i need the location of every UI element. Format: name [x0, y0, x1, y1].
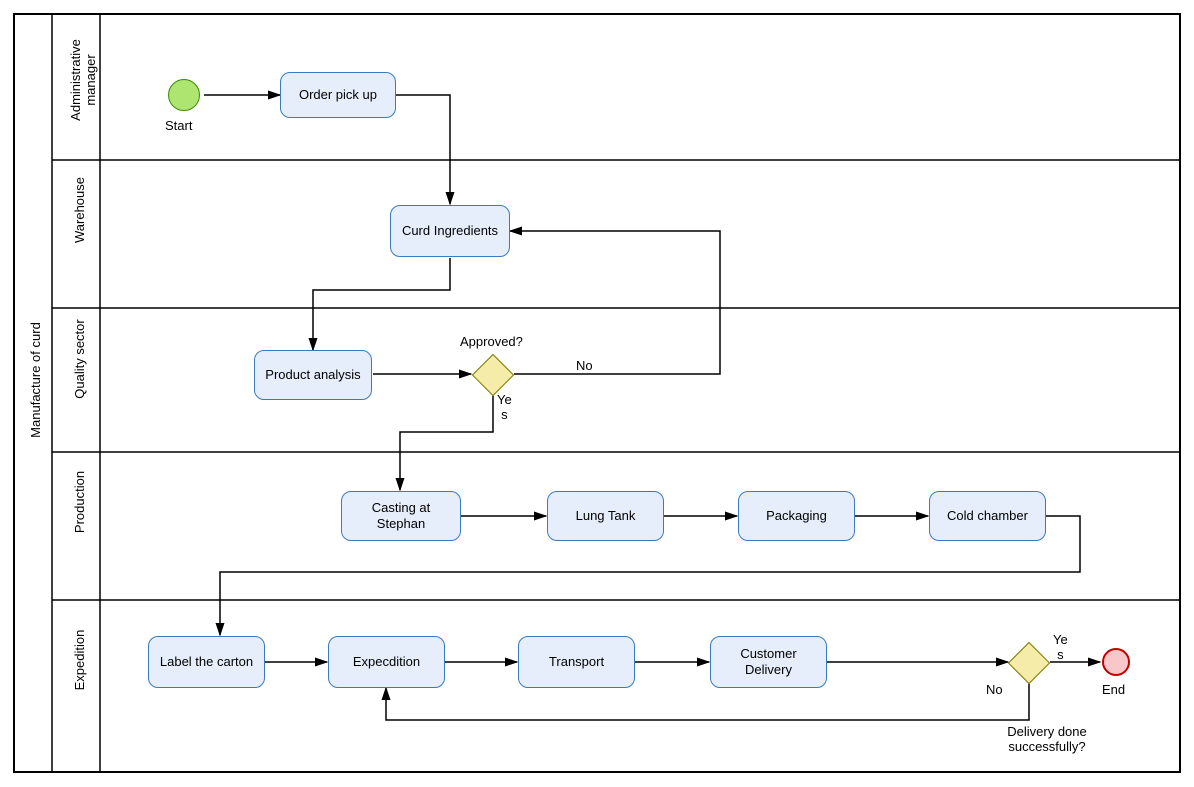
gateway-delivery-label: Delivery done successfully?	[987, 724, 1107, 754]
task-customer-delivery[interactable]: Customer Delivery	[710, 636, 827, 688]
gateway-approved-yes: Ye s	[497, 392, 512, 422]
lane-expedition-title: Expedition	[72, 600, 87, 720]
gateway-delivery-yes: Ye s	[1053, 632, 1068, 662]
task-packaging[interactable]: Packaging	[738, 491, 855, 541]
gateway-delivery-no: No	[986, 682, 1003, 697]
task-cold-chamber[interactable]: Cold chamber	[929, 491, 1046, 541]
task-expedition[interactable]: Expecdition	[328, 636, 445, 688]
lane-quality-title: Quality sector	[72, 294, 87, 424]
end-event[interactable]	[1102, 648, 1130, 676]
task-transport[interactable]: Transport	[518, 636, 635, 688]
lane-production-title: Production	[72, 442, 87, 562]
pool-title: Manufacture of curd	[28, 290, 43, 470]
start-label: Start	[165, 118, 192, 133]
end-label: End	[1102, 682, 1125, 697]
lane-admin-title: Administrative manager	[68, 14, 98, 146]
lane-warehouse-title: Warehouse	[72, 150, 87, 270]
gateway-approved-label: Approved?	[460, 334, 523, 349]
diagram-canvas: Manufacture of curd Administrative manag…	[0, 0, 1194, 787]
task-product-analysis[interactable]: Product analysis	[254, 350, 372, 400]
task-lung-tank[interactable]: Lung Tank	[547, 491, 664, 541]
task-label-carton[interactable]: Label the carton	[148, 636, 265, 688]
task-order-pickup[interactable]: Order pick up	[280, 72, 396, 118]
task-casting[interactable]: Casting at Stephan	[341, 491, 461, 541]
gateway-approved-no: No	[576, 358, 593, 373]
task-curd-ingredients[interactable]: Curd Ingredients	[390, 205, 510, 257]
start-event[interactable]	[168, 79, 200, 111]
